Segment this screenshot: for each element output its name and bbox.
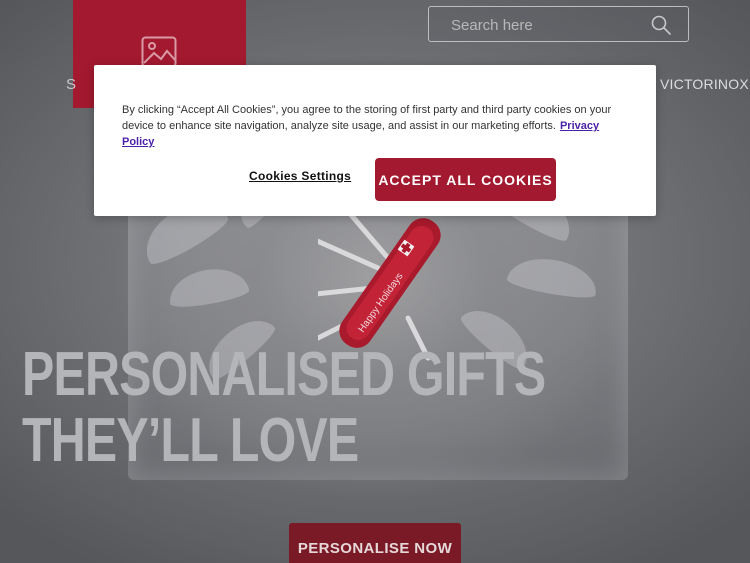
nav-item-victorinox[interactable]: VICTORINOX: [660, 76, 749, 92]
search-input[interactable]: [449, 15, 643, 35]
nav-item-left[interactable]: S: [66, 76, 77, 93]
hero-title: PERSONALISED GIFTS THEY’LL LOVE: [22, 340, 546, 475]
personalise-now-button[interactable]: PERSONALISE NOW: [289, 523, 461, 563]
cookies-settings-button[interactable]: Cookies Settings: [249, 169, 351, 183]
page: Happy Holidays S VICTORINOX I PERSONALIS…: [0, 0, 750, 563]
hero-title-line-2: THEY’LL LOVE: [22, 406, 359, 475]
cookie-consent-banner: By clicking “Accept All Cookies”, you ag…: [94, 65, 656, 216]
image-placeholder-icon: [141, 36, 177, 68]
cookie-message: By clicking “Accept All Cookies”, you ag…: [122, 102, 632, 150]
hero-title-line-1: PERSONALISED GIFTS: [22, 340, 546, 409]
accept-all-cookies-button[interactable]: ACCEPT ALL COOKIES: [375, 158, 556, 201]
main-nav: VICTORINOX I: [660, 76, 750, 92]
cookie-message-text: By clicking “Accept All Cookies”, you ag…: [122, 104, 612, 132]
search-icon[interactable]: [651, 15, 671, 35]
search-box[interactable]: [428, 6, 689, 42]
